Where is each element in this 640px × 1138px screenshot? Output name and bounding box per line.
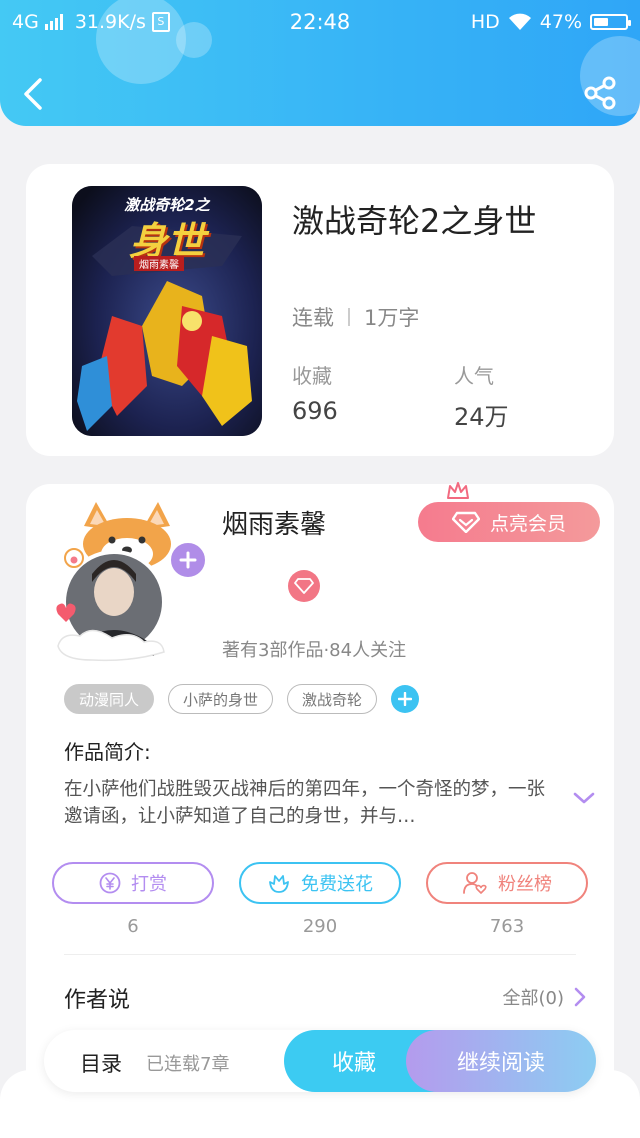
plus-icon — [398, 692, 413, 706]
tag-list: 动漫同人 小萨的身世 激战奇轮 — [64, 684, 420, 714]
battery-icon — [590, 14, 631, 30]
status-bar: 4G 31.9K/s S 22:48 HD 47% — [0, 8, 640, 38]
yuan-icon — [99, 872, 121, 894]
meta-divider — [348, 308, 350, 326]
user-heart-icon — [463, 872, 487, 894]
chevron-right-icon — [574, 987, 586, 1007]
expand-intro-button[interactable] — [572, 790, 596, 810]
popularity-count: 24万 — [454, 403, 509, 431]
vip-label: 点亮会员 — [489, 512, 566, 535]
header-bar: 4G 31.9K/s S 22:48 HD 47% — [0, 0, 640, 126]
author-says-all-label: 全部(0) — [502, 988, 565, 1009]
avatar[interactable] — [52, 496, 208, 662]
continue-reading-button[interactable]: 继续阅读 — [406, 1030, 596, 1092]
vip-button[interactable]: 点亮会员 — [418, 502, 600, 542]
reward-label: 打赏 — [131, 874, 167, 895]
follow-button[interactable] — [168, 540, 208, 580]
chevron-down-icon — [573, 792, 595, 804]
continue-reading-label: 继续阅读 — [456, 1051, 545, 1076]
book-title: 激战奇轮2之身世 — [292, 202, 537, 240]
toc-button[interactable]: 目录 — [80, 1048, 122, 1078]
wifi-icon — [508, 13, 531, 30]
add-tag-button[interactable] — [391, 685, 420, 713]
serial-status: 连载 — [292, 306, 334, 330]
section-divider — [64, 954, 576, 955]
back-button[interactable] — [18, 74, 52, 114]
author-says-heading: 作者说 — [64, 988, 131, 1013]
share-icon — [584, 76, 616, 110]
intro-text: 在小萨他们战胜毁灭战神后的第四年，一个奇怪的梦，一张邀请函，让小萨知道了自己的身… — [64, 779, 546, 827]
crown-icon — [447, 482, 469, 499]
tag-chip[interactable]: 小萨的身世 — [168, 684, 274, 714]
hd-indicator: HD — [470, 11, 500, 33]
intro-heading: 作品简介: — [64, 740, 151, 764]
send-flower-button[interactable]: 免费送花 — [239, 862, 401, 904]
chapter-count: 已连载7章 — [146, 1054, 230, 1075]
chevron-left-icon — [24, 78, 42, 110]
fan-ranking-label: 粉丝榜 — [498, 874, 552, 895]
author-card: 烟雨素馨 点亮会员 著有3部作品·84人关注 动漫同人 小萨的身世 激战奇轮 作… — [26, 482, 614, 1104]
favorites-count: 696 — [292, 397, 338, 425]
avatar-frame — [56, 502, 171, 662]
cover-author: 烟雨素馨 — [134, 256, 184, 271]
flower-count: 290 — [302, 916, 338, 937]
word-count: 1万字 — [364, 306, 420, 330]
author-stats: 著有3部作品·84人关注 — [222, 640, 407, 661]
diamond-icon — [451, 511, 480, 533]
tag-chip[interactable]: 激战奇轮 — [287, 684, 378, 714]
favorite-label: 收藏 — [331, 1051, 376, 1076]
popularity-label: 人气 — [454, 364, 494, 388]
favorites-label: 收藏 — [292, 364, 332, 388]
book-cover[interactable]: 激战奇轮2之 身世 烟雨素馨 — [72, 186, 262, 436]
send-flower-label: 免费送花 — [301, 874, 373, 895]
flower-icon — [269, 875, 289, 893]
fan-ranking-button[interactable]: 粉丝榜 — [426, 862, 588, 904]
book-meta: 连载 1万字 — [292, 302, 419, 332]
fan-count: 763 — [489, 916, 525, 937]
share-button[interactable] — [582, 74, 620, 112]
plus-icon — [179, 551, 197, 569]
member-badge-icon — [288, 570, 320, 602]
reward-count: 6 — [127, 916, 139, 937]
battery-percent: 47% — [539, 11, 582, 33]
author-name: 烟雨素馨 — [222, 510, 327, 540]
author-says-all-link[interactable]: 全部(0) — [503, 984, 587, 1010]
bottom-action-bar: 目录 已连载7章 收藏 继续阅读 — [44, 1030, 596, 1092]
reward-button[interactable]: 打赏 — [52, 862, 214, 904]
book-info-card: 激战奇轮2之 身世 烟雨素馨 激战奇轮2之身世 连载 1万字 收藏 696 人气… — [26, 164, 614, 456]
tag-chip[interactable]: 动漫同人 — [64, 684, 155, 714]
